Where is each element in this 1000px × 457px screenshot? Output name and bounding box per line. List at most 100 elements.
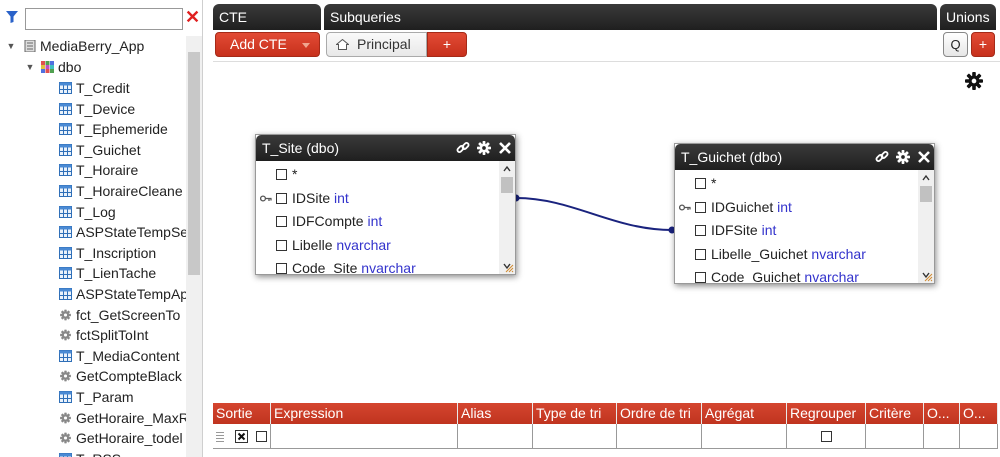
table-box-header[interactable]: T_Guichet (dbo): [675, 144, 934, 170]
join-line: [515, 197, 673, 231]
table-column-row[interactable]: Code_Site nvarchar: [256, 257, 499, 274]
scroll-up-icon[interactable]: [921, 173, 931, 183]
tree-node-schema[interactable]: ▼ dbo: [0, 57, 186, 77]
resize-grip-icon[interactable]: [504, 263, 514, 273]
grid-header-cell[interactable]: Type de tri: [533, 403, 617, 424]
filter-icon[interactable]: [6, 11, 18, 23]
scroll-up-icon[interactable]: [502, 164, 512, 174]
grid-header-cell[interactable]: O...: [960, 403, 998, 424]
grid-cell[interactable]: [702, 424, 787, 449]
tree-item[interactable]: GetCompteBlack: [0, 366, 186, 386]
column-select-checkbox[interactable]: [695, 225, 706, 236]
add-union-button[interactable]: +: [971, 32, 995, 57]
tree-item[interactable]: fct_GetScreenTo: [0, 305, 186, 325]
tree-item[interactable]: GetHoraire_MaxR: [0, 408, 186, 428]
grid-header-cell[interactable]: Ordre de tri: [617, 403, 702, 424]
grid-cell[interactable]: [960, 424, 998, 449]
grid-cell[interactable]: [787, 424, 866, 449]
column-select-checkbox[interactable]: [695, 248, 706, 260]
table-box-t-guichet[interactable]: T_Guichet (dbo) * IDGuichet int IDFSite in…: [674, 143, 935, 284]
tree-filter-input[interactable]: [25, 8, 183, 30]
table-column-row[interactable]: *: [256, 163, 499, 186]
table-box-scrollbar[interactable]: [499, 161, 515, 274]
tree-item[interactable]: T_HoraireCleane: [0, 181, 186, 201]
add-cte-button[interactable]: Add CTE: [215, 32, 320, 57]
tree-item[interactable]: T_LienTache: [0, 263, 186, 283]
resize-grip-icon[interactable]: [923, 272, 933, 282]
tree-item[interactable]: GetHoraire_todel: [0, 428, 186, 448]
table-column-row[interactable]: *: [675, 172, 918, 195]
table-settings-gear-icon[interactable]: [477, 141, 492, 155]
grid-header-cell[interactable]: Regrouper: [787, 403, 866, 424]
grid-cell[interactable]: [271, 424, 458, 449]
table-column-row[interactable]: Libelle_Guichet nvarchar: [675, 243, 918, 266]
tree-item[interactable]: ASPStateTempAp: [0, 284, 186, 304]
tree-item[interactable]: ASPStateTempSe: [0, 222, 186, 242]
table-box-scrollbar-thumb[interactable]: [501, 177, 513, 193]
tree-item[interactable]: T_Guichet: [0, 140, 186, 160]
tree-scrollbar[interactable]: [186, 36, 202, 457]
column-select-checkbox[interactable]: [276, 192, 287, 204]
grid-header-cell[interactable]: Critère: [866, 403, 924, 424]
grid-row[interactable]: [213, 424, 998, 449]
tree-item[interactable]: T_Inscription: [0, 243, 186, 263]
tree-item[interactable]: fctSplitToInt: [0, 325, 186, 345]
column-select-checkbox[interactable]: [695, 178, 706, 189]
table-column-row[interactable]: IDFCompte int: [256, 210, 499, 233]
grid-cell[interactable]: [924, 424, 960, 449]
grid-cell[interactable]: [617, 424, 702, 449]
close-icon[interactable]: [498, 141, 512, 155]
table-box-scrollbar[interactable]: [918, 170, 934, 283]
query-union-button[interactable]: Q: [943, 32, 968, 57]
table-box-title: T_Site (dbo): [262, 140, 340, 156]
column-select-checkbox[interactable]: [276, 239, 287, 251]
collapse-arrow-icon[interactable]: ▼: [25, 57, 35, 77]
tree-scrollbar-thumb[interactable]: [188, 52, 200, 275]
tree-item[interactable]: T_Credit: [0, 78, 186, 98]
grid-cell[interactable]: [533, 424, 617, 449]
tree-item[interactable]: T_Device: [0, 99, 186, 119]
link-icon[interactable]: [456, 141, 470, 155]
grid-header-cell[interactable]: Alias: [458, 403, 533, 424]
table-column-row[interactable]: IDSite int: [256, 187, 499, 210]
column-name-wrap: IDSite int: [292, 187, 349, 210]
grid-header-cell[interactable]: Expression: [271, 403, 458, 424]
table-box-t-site[interactable]: T_Site (dbo) * IDSite int IDFCompte int Lib…: [255, 134, 516, 275]
column-select-checkbox[interactable]: [276, 169, 287, 180]
table-column-row[interactable]: Code_Guichet nvarchar: [675, 266, 918, 283]
grid-cell[interactable]: [458, 424, 533, 449]
tree-item[interactable]: T_Ephemeride: [0, 119, 186, 139]
tree-view[interactable]: ▼ MediaBerry_App ▼ dbo T_Credit T_Device T…: [0, 36, 186, 457]
table-box-header[interactable]: T_Site (dbo): [256, 135, 515, 161]
grid-header-cell[interactable]: O...: [924, 403, 960, 424]
table-column-row[interactable]: IDFSite int: [675, 219, 918, 242]
table-box-scrollbar-thumb[interactable]: [920, 186, 932, 202]
tree-item[interactable]: T_Horaire: [0, 160, 186, 180]
add-subquery-button[interactable]: +: [427, 32, 467, 57]
canvas-settings-gear-icon[interactable]: [965, 72, 983, 90]
table-settings-gear-icon[interactable]: [896, 150, 911, 164]
table-column-row[interactable]: Libelle nvarchar: [256, 234, 499, 257]
tree-item[interactable]: T_Param: [0, 387, 186, 407]
tree-item[interactable]: T_RSS: [0, 449, 186, 457]
column-select-checkbox[interactable]: [695, 201, 706, 213]
close-icon[interactable]: [917, 150, 931, 164]
clear-filter-icon[interactable]: ✕: [185, 8, 200, 26]
grid-cell[interactable]: [866, 424, 924, 449]
column-select-checkbox[interactable]: [276, 216, 287, 227]
tree-item[interactable]: T_MediaContent: [0, 346, 186, 366]
column-select-checkbox[interactable]: [695, 272, 706, 283]
column-select-checkbox[interactable]: [276, 263, 287, 274]
query-design-canvas[interactable]: T_Site (dbo) * IDSite int IDFCompte int Lib…: [213, 63, 1000, 403]
tab-principal[interactable]: Principal: [326, 32, 427, 57]
query-columns-grid: Sortie Expression Alias Type de tri Ordre de…: [213, 403, 998, 457]
link-icon[interactable]: [875, 150, 889, 164]
tree-label-database: MediaBerry_App: [40, 38, 145, 54]
group-by-checkbox[interactable]: [821, 431, 832, 442]
tree-item[interactable]: T_Log: [0, 202, 186, 222]
grid-header-cell[interactable]: Agrégat: [702, 403, 787, 424]
grid-header-cell[interactable]: Sortie: [213, 403, 271, 424]
collapse-arrow-icon[interactable]: ▼: [6, 36, 16, 56]
table-column-row[interactable]: IDGuichet int: [675, 196, 918, 219]
tree-node-database[interactable]: ▼ MediaBerry_App: [0, 36, 186, 56]
